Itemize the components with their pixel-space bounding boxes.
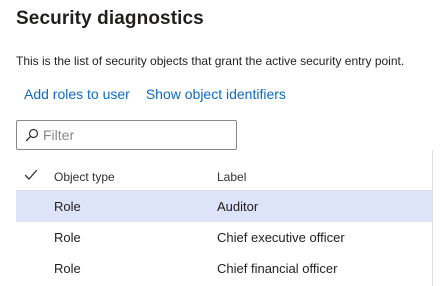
table-row[interactable]: Role Auditor	[16, 191, 432, 222]
grid-header: Object type Label	[16, 161, 432, 191]
security-objects-grid: Object type Label Role Auditor Role Chie…	[16, 161, 432, 284]
cell-object-type: Role	[54, 261, 81, 276]
filter-input[interactable]	[43, 126, 231, 144]
cell-object-type: Role	[54, 230, 81, 245]
select-all-check-icon[interactable]	[24, 168, 38, 182]
page-description: This is the list of security objects tha…	[16, 54, 405, 68]
cell-label: Chief executive officer	[217, 230, 345, 245]
search-icon	[25, 128, 39, 142]
column-header-object-type[interactable]: Object type	[54, 170, 115, 184]
page-title: Security diagnostics	[16, 8, 204, 29]
cell-object-type: Role	[54, 199, 81, 214]
add-roles-to-user-link[interactable]: Add roles to user	[24, 86, 130, 102]
column-header-label[interactable]: Label	[217, 170, 246, 184]
table-row[interactable]: Role Chief executive officer	[16, 222, 432, 253]
cell-label: Chief financial officer	[217, 261, 338, 276]
grid-right-border	[432, 150, 433, 286]
action-links: Add roles to user Show object identifier…	[24, 86, 286, 102]
show-object-identifiers-link[interactable]: Show object identifiers	[146, 86, 286, 102]
cell-label: Auditor	[217, 199, 259, 214]
table-row[interactable]: Role Chief financial officer	[16, 253, 432, 284]
filter-box[interactable]	[16, 120, 237, 150]
